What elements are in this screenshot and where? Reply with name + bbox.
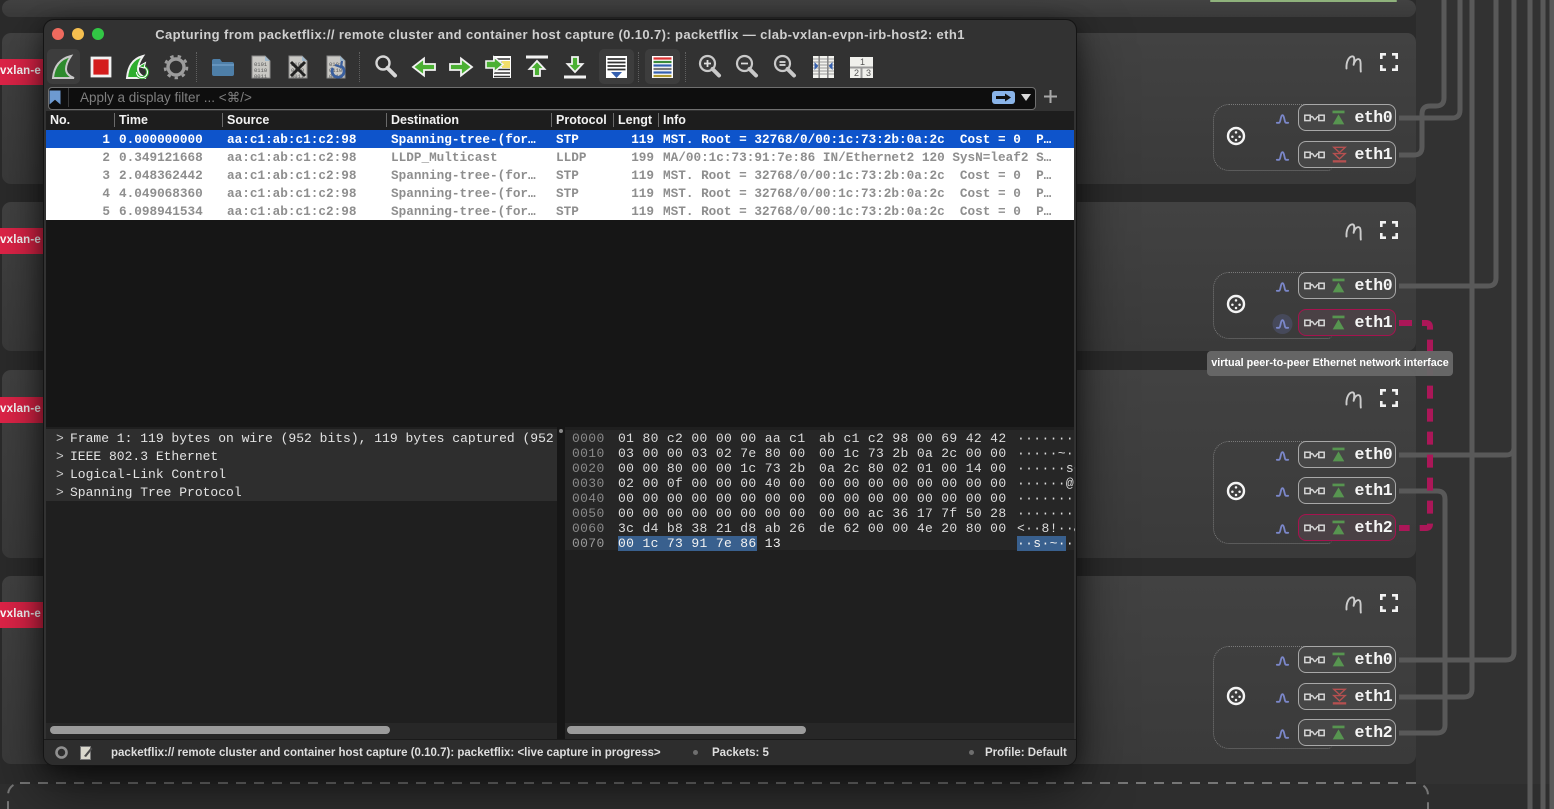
svg-text:1: 1 [860, 57, 865, 67]
svg-text:3: 3 [866, 68, 871, 78]
svg-text:2: 2 [854, 68, 859, 78]
svg-text:0011: 0011 [254, 73, 268, 80]
